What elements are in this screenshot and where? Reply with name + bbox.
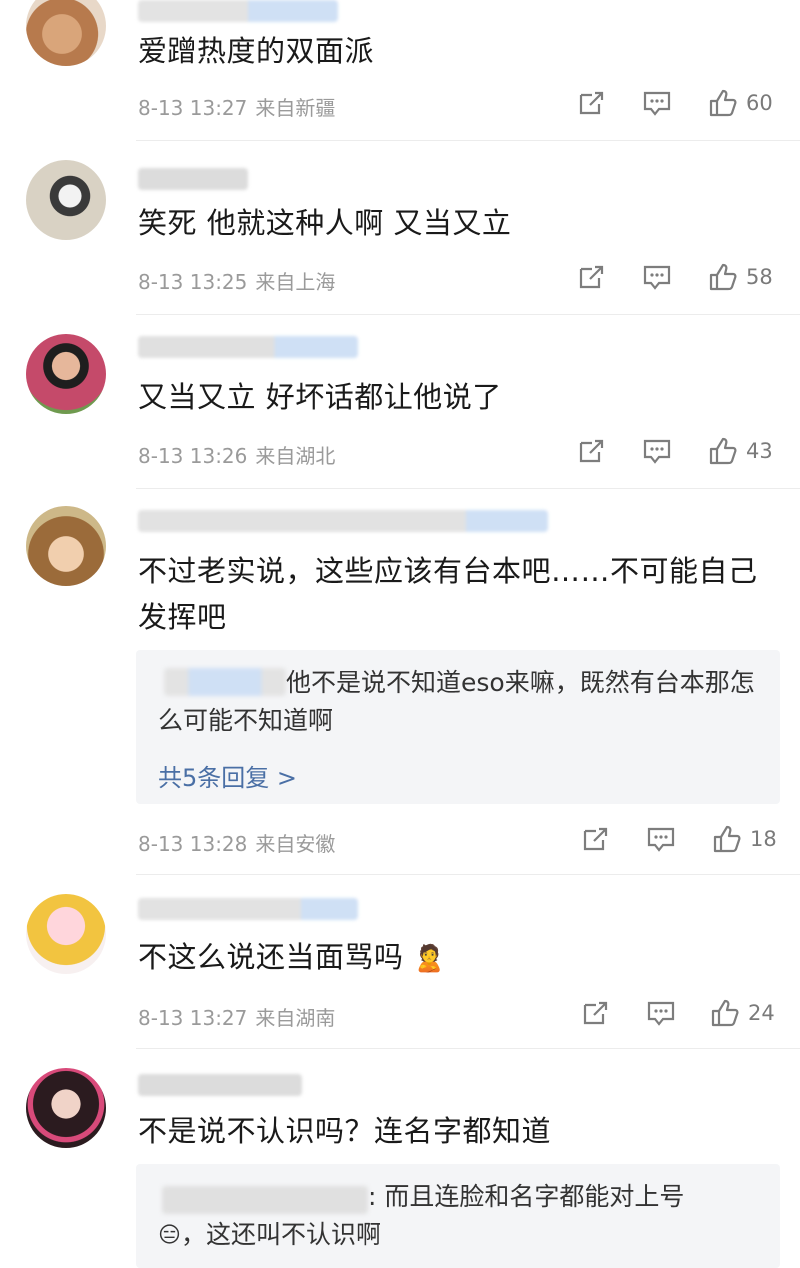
comment-time: 8-13 13:25 (138, 270, 248, 294)
share-icon (579, 265, 604, 289)
username-blurred[interactable] (138, 0, 338, 22)
comment-meta: 8-13 13:27 来自湖南 (138, 1002, 335, 1031)
share-button[interactable] (576, 436, 606, 470)
username-blurred[interactable] (138, 510, 548, 532)
comment-location: 来自湖北 (255, 444, 336, 468)
emoji-icon: 🙎 (413, 944, 447, 974)
comment-icon (647, 827, 675, 852)
more-replies-link[interactable]: 共5条回复 > (158, 758, 297, 793)
divider (136, 140, 800, 141)
comment-icon (643, 265, 671, 290)
comment-time: 8-13 13:28 (138, 832, 248, 856)
like-icon (713, 825, 741, 853)
like-count: 24 (748, 1001, 775, 1025)
comment-button[interactable] (646, 824, 676, 858)
username-blurred[interactable] (138, 1074, 302, 1096)
reply-text: : 而且连脸和名字都能对上号 😑，这还叫不认识啊 (158, 1178, 758, 1255)
reply-text-line2-content: ，这还叫不认识啊 (180, 1220, 381, 1249)
comment-text-content: 不这么说还当面骂吗 (138, 940, 404, 974)
comment-text: 不过老实说，这些应该有台本吧……不可能自己发挥吧 (138, 554, 758, 634)
avatar[interactable] (26, 894, 106, 974)
comment-icon (643, 439, 671, 464)
share-icon (583, 1001, 608, 1025)
like-button[interactable]: 43 (708, 436, 773, 466)
like-icon (711, 999, 739, 1027)
like-count: 18 (750, 827, 777, 851)
like-count: 43 (746, 439, 773, 463)
divider (136, 488, 800, 489)
like-button[interactable]: 18 (712, 824, 777, 854)
like-icon (709, 89, 737, 117)
comment-meta: 8-13 13:28 来自安徽 (138, 828, 335, 857)
divider (136, 314, 800, 315)
like-button[interactable]: 60 (708, 88, 773, 118)
reply-preview[interactable]: 他不是说不知道eso来嘛，既然有台本那怎么可能不知道啊 共5条回复 > (136, 650, 780, 804)
username-blurred[interactable] (138, 898, 358, 920)
avatar[interactable] (26, 334, 106, 414)
share-button[interactable] (580, 824, 610, 858)
comment-time: 8-13 13:27 (138, 96, 248, 120)
share-icon (579, 91, 604, 115)
avatar[interactable] (26, 160, 106, 240)
comment-meta: 8-13 13:26 来自湖北 (138, 440, 335, 469)
like-count: 58 (746, 265, 773, 289)
like-icon (709, 263, 737, 291)
share-button[interactable] (576, 262, 606, 296)
like-button[interactable]: 58 (708, 262, 773, 292)
comment-meta: 8-13 13:25 来自上海 (138, 266, 335, 295)
comment-text: 笑死 他就这种人啊 又当又立 (138, 206, 512, 240)
comment-location: 来自湖南 (255, 1006, 336, 1030)
comment-text: 不是说不认识吗？连名字都知道 (138, 1114, 552, 1148)
share-icon (583, 827, 608, 851)
comment-text: 爱蹭热度的双面派 (138, 34, 375, 68)
username-blurred[interactable] (138, 336, 358, 358)
share-button[interactable] (576, 88, 606, 122)
comment-feed: 爱蹭热度的双面派 8-13 13:27 来自新疆 60 笑死 他就这种人啊 又当又… (0, 0, 800, 1268)
comment-button[interactable] (646, 998, 676, 1032)
like-button[interactable]: 24 (710, 998, 775, 1028)
comment-text: 又当又立 好坏话都让他说了 (138, 380, 502, 414)
comment-time: 8-13 13:26 (138, 444, 248, 468)
comment-text: 不这么说还当面骂吗 🙎 (138, 934, 776, 982)
comment-meta: 8-13 13:27 来自新疆 (138, 92, 335, 121)
reply-text-line2: 😑，这还叫不认识啊 (158, 1216, 758, 1255)
comment-location: 来自安徽 (255, 832, 336, 856)
comment-button[interactable] (642, 436, 672, 470)
share-button[interactable] (580, 998, 610, 1032)
avatar[interactable] (26, 0, 106, 66)
avatar[interactable] (26, 506, 106, 586)
comment-button[interactable] (642, 262, 672, 296)
comment-time: 8-13 13:27 (138, 1006, 248, 1030)
reply-text-line1: : 而且连脸和名字都能对上号 (368, 1182, 685, 1211)
reply-preview[interactable]: : 而且连脸和名字都能对上号 😑，这还叫不认识啊 (136, 1164, 780, 1268)
divider (136, 1048, 800, 1049)
avatar[interactable] (26, 1068, 106, 1148)
comment-location: 来自新疆 (255, 96, 336, 120)
comment-icon (647, 1001, 675, 1026)
share-icon (579, 439, 604, 463)
reply-text: 他不是说不知道eso来嘛，既然有台本那怎么可能不知道啊 (158, 668, 755, 735)
comment-location: 来自上海 (255, 270, 336, 294)
comment-button[interactable] (642, 88, 672, 122)
comment-icon (643, 91, 671, 116)
emoji-icon: 😑 (158, 1223, 181, 1248)
like-count: 60 (746, 91, 773, 115)
username-blurred[interactable] (138, 168, 248, 190)
like-icon (709, 437, 737, 465)
divider (136, 874, 800, 875)
